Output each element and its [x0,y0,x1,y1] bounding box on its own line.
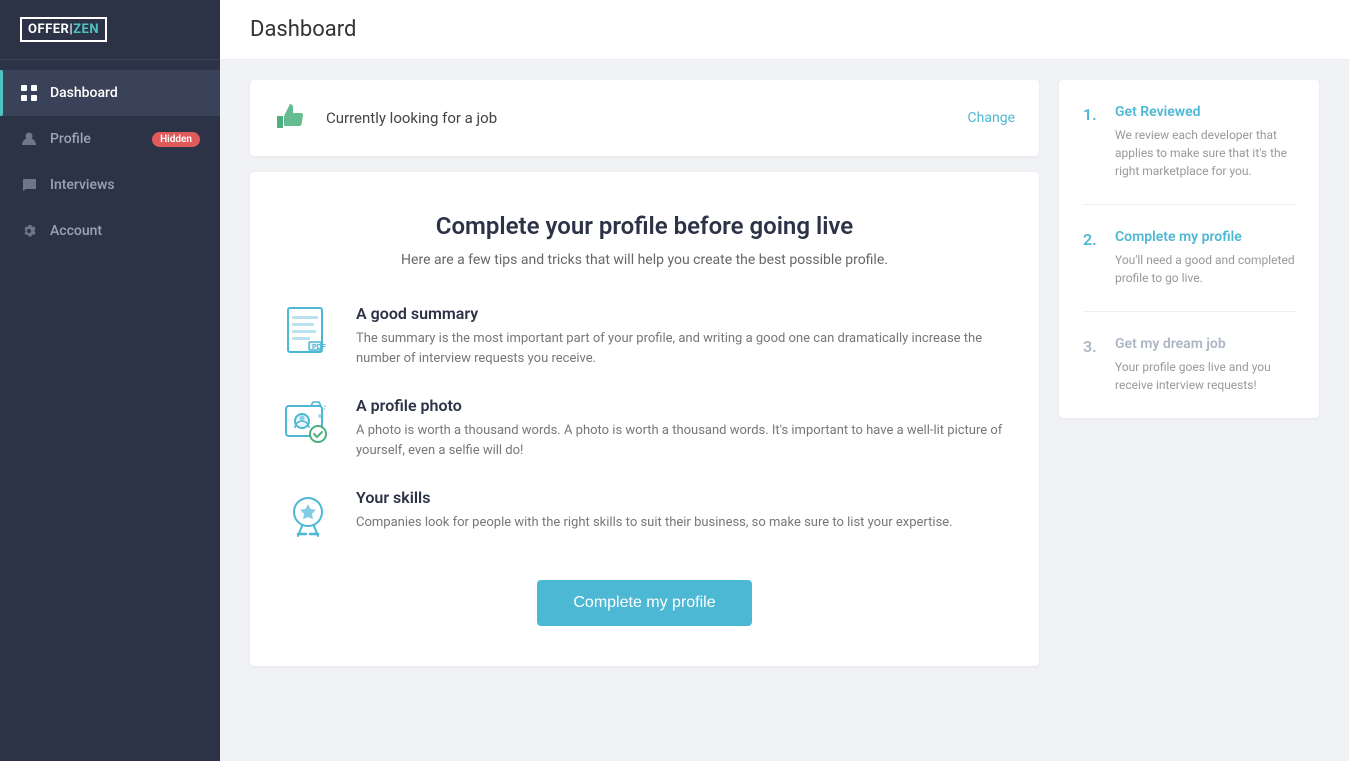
step-content-2: Complete my profile You'll need a good a… [1115,229,1295,287]
tip-content-photo: A profile photo A photo is worth a thous… [356,396,1009,460]
logo-offer: OFFER [28,22,69,37]
sidebar: OFFER|ZEN Dashboard Pr [0,0,220,761]
step-desc-1: We review each developer that applies to… [1115,126,1295,180]
status-banner-left: Currently looking for a job [274,100,497,136]
logo-box: OFFER|ZEN [20,17,107,43]
thumbs-up-icon [274,100,310,136]
status-text: Currently looking for a job [326,109,497,127]
sidebar-nav: Dashboard Profile Hidden Interviews [0,60,220,761]
content-area: Currently looking for a job Change Compl… [220,60,1349,761]
tip-content-summary: A good summary The summary is the most i… [356,304,1009,368]
user-icon [20,130,38,148]
step-content-3: Get my dream job Your profile goes live … [1115,336,1295,394]
tip-title-photo: A profile photo [356,396,1009,415]
step-title-3: Get my dream job [1115,336,1295,352]
tip-desc-photo: A photo is worth a thousand words. A pho… [356,421,1009,460]
step-divider-2 [1083,311,1295,312]
tip-item-photo: A profile photo A photo is worth a thous… [280,396,1009,460]
sidebar-item-account[interactable]: Account [0,208,220,254]
svg-text:PDF: PDF [312,344,327,351]
tip-item-summary: PDF A good summary The summary is the mo… [280,304,1009,368]
profile-card-subtitle: Here are a few tips and tricks that will… [401,252,888,268]
step-title-2: Complete my profile [1115,229,1295,245]
skills-icon [280,488,336,544]
main-column: Currently looking for a job Change Compl… [250,80,1039,741]
tip-desc-skills: Companies look for people with the right… [356,513,953,533]
step-number-2: 2. [1083,229,1103,287]
profile-card: Complete your profile before going live … [250,172,1039,666]
sidebar-item-interviews[interactable]: Interviews [0,162,220,208]
photo-icon [280,396,336,452]
chat-icon [20,176,38,194]
complete-profile-button[interactable]: Complete my profile [537,580,751,626]
tip-item-skills: Your skills Companies look for people wi… [280,488,1009,544]
step-title-1: Get Reviewed [1115,104,1295,120]
step-divider-1 [1083,204,1295,205]
step-desc-3: Your profile goes live and you receive i… [1115,358,1295,394]
step-number-1: 1. [1083,104,1103,180]
step-item-2: 2. Complete my profile You'll need a goo… [1083,229,1295,287]
tips-list: PDF A good summary The summary is the mo… [280,304,1009,544]
summary-icon: PDF [280,304,336,360]
step-number-3: 3. [1083,336,1103,394]
step-item-3: 3. Get my dream job Your profile goes li… [1083,336,1295,394]
main-header: Dashboard [220,0,1349,60]
gear-icon [20,222,38,240]
steps-card: 1. Get Reviewed We review each developer… [1059,80,1319,418]
tip-content-skills: Your skills Companies look for people wi… [356,488,953,533]
sidebar-item-label-account: Account [50,223,200,239]
tip-title-skills: Your skills [356,488,953,507]
sidebar-item-label-profile: Profile [50,131,140,147]
profile-hidden-badge: Hidden [152,132,200,147]
logo-zen: ZEN [73,22,99,37]
page-title: Dashboard [250,17,356,42]
sidebar-item-dashboard[interactable]: Dashboard [0,70,220,116]
step-desc-2: You'll need a good and completed profile… [1115,251,1295,287]
grid-icon [20,84,38,102]
tip-desc-summary: The summary is the most important part o… [356,329,1009,368]
step-item-1: 1. Get Reviewed We review each developer… [1083,104,1295,180]
logo: OFFER|ZEN [0,0,220,60]
sidebar-item-label-dashboard: Dashboard [50,85,200,101]
main-content: Dashboard Currently looking for a job Ch… [220,0,1349,761]
status-banner: Currently looking for a job Change [250,80,1039,156]
right-sidebar: 1. Get Reviewed We review each developer… [1059,80,1319,741]
sidebar-item-profile[interactable]: Profile Hidden [0,116,220,162]
profile-card-title: Complete your profile before going live [436,212,853,240]
sidebar-item-label-interviews: Interviews [50,177,200,193]
change-link[interactable]: Change [968,110,1015,126]
tip-title-summary: A good summary [356,304,1009,323]
step-content-1: Get Reviewed We review each developer th… [1115,104,1295,180]
